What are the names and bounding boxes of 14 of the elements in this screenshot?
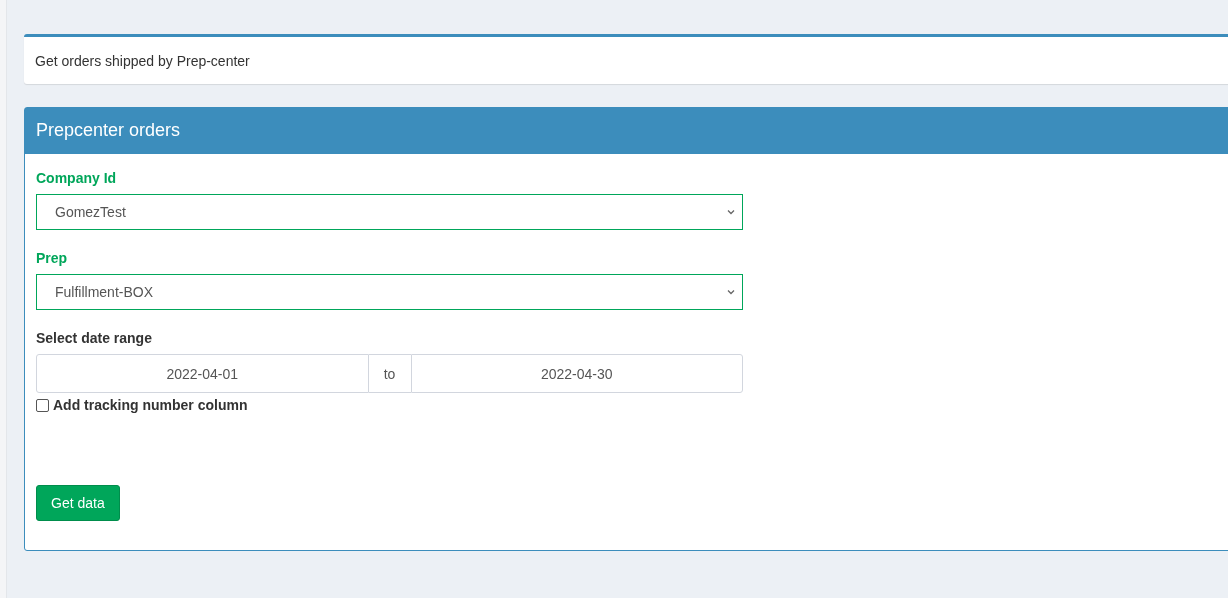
- chevron-down-icon: [726, 287, 736, 297]
- checkbox[interactable]: [36, 398, 49, 412]
- panel-title: Prepcenter orders: [36, 120, 181, 140]
- range-separator: to: [368, 354, 411, 393]
- date-field[interactable]: 2022-04-30: [410, 354, 743, 393]
- select-field[interactable]: GomezTest: [36, 194, 743, 230]
- checkbox-label: Add tracking number column: [53, 397, 248, 413]
- field-label: Select date range: [36, 330, 153, 346]
- callout-text: Get orders shipped by Prep-center: [35, 53, 250, 69]
- select-field[interactable]: Fulfillment-BOX: [36, 274, 743, 310]
- field-label: Company Id: [36, 170, 118, 186]
- chevron-down-icon: [726, 207, 736, 217]
- date-field[interactable]: 2022-04-01: [36, 354, 369, 393]
- field-label: Prep: [36, 250, 69, 266]
